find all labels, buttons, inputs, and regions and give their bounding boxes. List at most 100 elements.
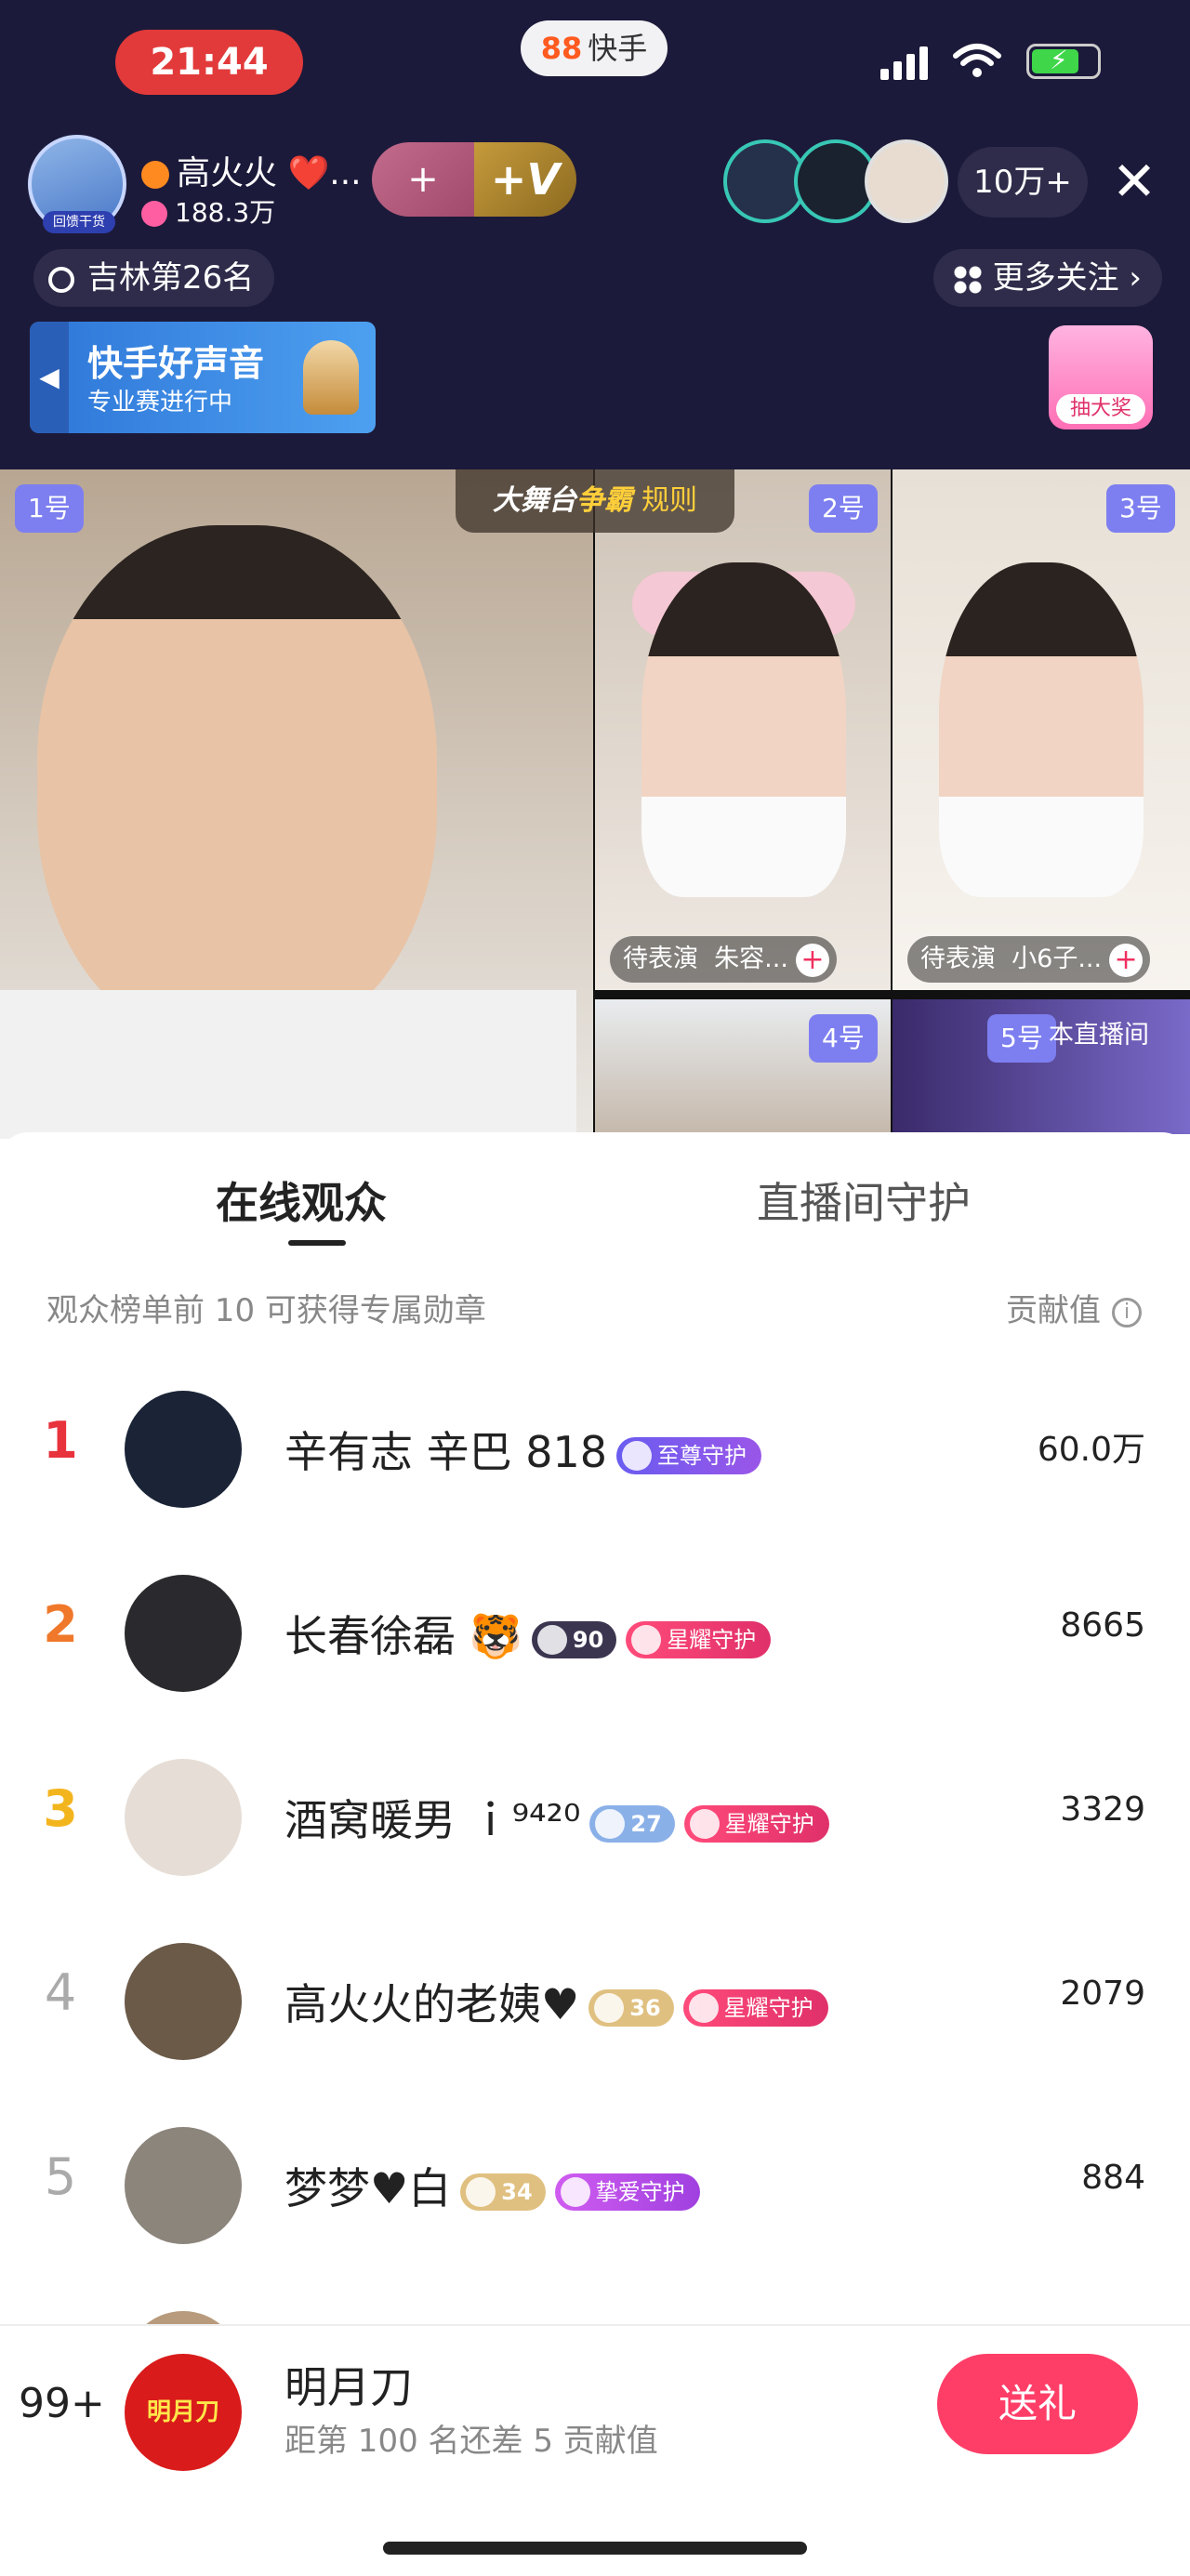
vip-join-button[interactable]: +V bbox=[474, 142, 576, 217]
level-gem-icon bbox=[466, 2176, 496, 2207]
region-rank-badge[interactable]: 吉林第26名 bbox=[33, 249, 275, 307]
kuaishou-mark-icon: 88 bbox=[540, 31, 583, 66]
contribution-value: 3329 bbox=[1060, 1790, 1145, 1829]
slot-2-tag[interactable]: 待表演 朱容... + bbox=[610, 936, 837, 983]
home-indicator[interactable] bbox=[383, 2542, 807, 2555]
info-icon[interactable]: i bbox=[1112, 1297, 1142, 1328]
host-info[interactable]: 回馈干货 高火火 ❤️... 188.3万 + +V bbox=[28, 135, 576, 237]
follow-plus-icon[interactable]: + bbox=[1109, 943, 1144, 977]
music-note-icon bbox=[141, 161, 169, 189]
my-rank-gap: 距第 100 名还差 5 贡献值 bbox=[284, 2423, 658, 2460]
user-name-text: 梦梦♥白 bbox=[284, 2163, 452, 2213]
slot-number-4: 4号 bbox=[809, 1014, 878, 1063]
rank-number: 4 bbox=[44, 1963, 77, 2022]
contribution-header[interactable]: 贡献值 i bbox=[1006, 1285, 1142, 1330]
avatar[interactable] bbox=[125, 2311, 242, 2324]
stage-title-a: 大舞台 bbox=[493, 484, 576, 517]
avatar[interactable] bbox=[125, 1943, 242, 2060]
guard-gem-icon bbox=[560, 2176, 590, 2207]
my-rank-bar: 99+ 明月刀 明月刀 距第 100 名还差 5 贡献值 送礼 bbox=[0, 2324, 1190, 2576]
close-icon[interactable]: ✕ bbox=[1106, 149, 1162, 214]
follow-plus-icon[interactable]: + bbox=[795, 943, 829, 977]
my-avatar[interactable]: 明月刀 bbox=[125, 2354, 242, 2471]
level-badge: 90 bbox=[531, 1620, 617, 1658]
avatar[interactable] bbox=[125, 2127, 242, 2244]
tab-room-guard[interactable]: 直播间守护 bbox=[757, 1169, 971, 1231]
contribution-value: 2079 bbox=[1060, 1975, 1145, 2013]
list-item[interactable]: 2 长春徐磊 🐯 90 星耀守护 8665 bbox=[0, 1549, 1190, 1716]
lottery-button[interactable]: 抽大奖 bbox=[1049, 325, 1153, 429]
guard-badge: 星耀守护 bbox=[682, 1988, 828, 2027]
avatar[interactable] bbox=[125, 1391, 242, 1508]
my-rank: 99+ bbox=[19, 2380, 105, 2427]
grid-icon bbox=[953, 265, 982, 294]
guard-badge: 挚爱守护 bbox=[554, 2173, 700, 2211]
guard-badge-text: 至尊守护 bbox=[657, 1442, 747, 1469]
top-viewer-avatars[interactable] bbox=[723, 139, 948, 223]
level-value: 36 bbox=[629, 1994, 661, 2021]
more-follow-button[interactable]: 更多关注 › bbox=[932, 249, 1162, 307]
level-gem-icon bbox=[595, 1808, 626, 1839]
multi-guest-video[interactable]: 1号 大舞台争霸 规则 2号 3号 待表演 朱容... + 待表演 小6子... + … bbox=[0, 469, 1190, 1139]
slot-number-1: 1号 bbox=[15, 484, 84, 533]
app-name: 快手 bbox=[588, 31, 648, 66]
list-item[interactable]: 4 高火火的老姨♥ 36 星耀守护 2079 bbox=[0, 1917, 1190, 2084]
guard-badge: 星耀守护 bbox=[626, 1620, 772, 1658]
host-fans-value: 188.3万 bbox=[175, 197, 276, 228]
follow-button[interactable]: + bbox=[372, 142, 474, 217]
stage-title[interactable]: 大舞台争霸 规则 bbox=[456, 469, 734, 533]
slot-number-2: 2号 bbox=[809, 484, 878, 533]
send-gift-button[interactable]: 送礼 bbox=[937, 2354, 1138, 2454]
rank-number: 5 bbox=[44, 2147, 77, 2206]
this-room-label: 本直播间 bbox=[1049, 1021, 1149, 1050]
slot-2-status: 待表演 bbox=[623, 945, 698, 973]
wifi-icon bbox=[953, 44, 1001, 77]
kuaishou-logo: 88 快手 bbox=[521, 20, 668, 76]
rank-number: 1 bbox=[43, 1411, 78, 1470]
ranking-hint: 观众榜单前 10 可获得专属勋章 bbox=[46, 1292, 486, 1329]
user-name: 高火火的老姨♥ 36 星耀守护 bbox=[284, 1971, 828, 2032]
tab-online-audience[interactable]: 在线观众 bbox=[216, 1169, 387, 1231]
user-name-text: 辛有志 辛巴 818 bbox=[284, 1427, 608, 1477]
contribution-value: 884 bbox=[1081, 2159, 1145, 2197]
list-item[interactable]: 1 辛有志 辛巴 818 至尊守护 60.0万 bbox=[0, 1365, 1190, 1532]
user-name-text: 酒窝暖男 ｉ⁹⁴²⁰ bbox=[284, 1795, 581, 1845]
clock-icon bbox=[48, 266, 74, 293]
list-item[interactable]: 5 梦梦♥白 34 挚爱守护 884 bbox=[0, 2101, 1190, 2268]
slot-3-tag[interactable]: 待表演 小6子... + bbox=[907, 936, 1151, 983]
event-banner[interactable]: ◀ 快手好声音 专业赛进行中 bbox=[30, 322, 376, 433]
rank-number: 2 bbox=[43, 1595, 78, 1654]
user-name: 辛有志 辛巴 818 至尊守护 bbox=[284, 1419, 762, 1480]
host-fans: 188.3万 bbox=[141, 192, 275, 230]
video-slot-3[interactable] bbox=[892, 469, 1190, 990]
host-avatar[interactable]: 回馈干货 bbox=[28, 135, 126, 233]
lottery-label: 抽大奖 bbox=[1056, 394, 1145, 424]
status-time: 21:44 bbox=[115, 30, 303, 95]
guard-badge: 星耀守护 bbox=[683, 1804, 829, 1843]
signal-icon bbox=[880, 43, 928, 80]
user-name: 梦梦♥白 34 挚爱守护 bbox=[284, 2155, 700, 2216]
region-rank-text: 吉林第26名 bbox=[87, 259, 255, 297]
contribution-value: 8665 bbox=[1060, 1606, 1145, 1645]
avatar[interactable] bbox=[125, 1759, 242, 1876]
video-slot-2[interactable] bbox=[595, 469, 891, 990]
stage-rule-link[interactable]: 规则 bbox=[641, 484, 697, 517]
viewer-count[interactable]: 10万+ bbox=[958, 147, 1088, 218]
level-badge: 27 bbox=[589, 1804, 675, 1843]
contribution-value: 60.0万 bbox=[1037, 1431, 1145, 1469]
video-slot-1[interactable] bbox=[0, 469, 593, 1139]
contribution-label: 贡献值 bbox=[1006, 1292, 1101, 1329]
user-name-text: 长春徐磊 🐯 bbox=[284, 1611, 522, 1661]
user-name: 酒窝暖男 ｉ⁹⁴²⁰ 27 星耀守护 bbox=[284, 1787, 829, 1848]
user-name: 长春徐磊 🐯 90 星耀守护 bbox=[284, 1603, 772, 1664]
stage-title-b: 争霸 bbox=[576, 484, 632, 517]
list-item[interactable]: 3 酒窝暖男 ｉ⁹⁴²⁰ 27 星耀守护 3329 bbox=[0, 1733, 1190, 1900]
avatar[interactable] bbox=[125, 1575, 242, 1692]
guard-gem-icon bbox=[622, 1440, 653, 1471]
viewer-avatar[interactable] bbox=[865, 139, 948, 223]
slot-3-name: 小6子... bbox=[1012, 945, 1103, 973]
heart-icon bbox=[141, 201, 167, 227]
collapse-arrow-icon[interactable]: ◀ bbox=[30, 322, 69, 433]
my-name: 明月刀 bbox=[284, 2362, 413, 2412]
list-item[interactable] bbox=[0, 2285, 1190, 2324]
